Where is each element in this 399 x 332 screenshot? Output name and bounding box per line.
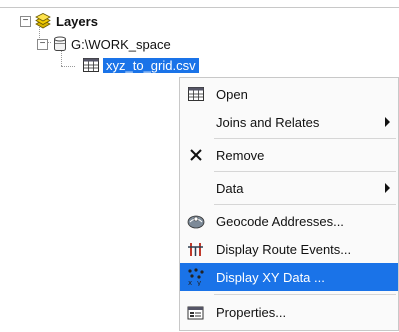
menu-item-remove[interactable]: Remove bbox=[180, 141, 398, 169]
blank-icon-slot bbox=[185, 111, 207, 133]
properties-icon bbox=[185, 301, 207, 323]
tree-connector bbox=[61, 66, 75, 67]
tree-label-table[interactable]: xyz_to_grid.csv bbox=[103, 57, 199, 73]
menu-separator bbox=[214, 294, 396, 295]
remove-x-icon bbox=[185, 144, 207, 166]
tree-row-table[interactable]: xyz_to_grid.csv bbox=[83, 54, 199, 76]
menu-label: Joins and Relates bbox=[216, 114, 320, 130]
submenu-arrow-icon bbox=[385, 117, 390, 127]
menu-separator bbox=[214, 204, 396, 205]
table-icon bbox=[83, 58, 99, 72]
menu-label: Data bbox=[216, 180, 244, 196]
menu-separator bbox=[214, 171, 396, 172]
menu-item-geocode[interactable]: Geocode Addresses... bbox=[180, 207, 398, 235]
collapse-icon[interactable]: − bbox=[37, 38, 48, 50]
folder-database-icon bbox=[53, 36, 67, 52]
geocode-icon bbox=[185, 210, 207, 232]
context-menu: Open Joins and Relates Remove Data Geoco… bbox=[179, 77, 399, 331]
tree-label-layers: Layers bbox=[56, 13, 98, 29]
menu-item-open[interactable]: Open bbox=[180, 80, 398, 108]
blank-icon-slot bbox=[185, 177, 207, 199]
menu-label: Geocode Addresses... bbox=[216, 213, 344, 229]
menu-label: Open bbox=[216, 86, 248, 102]
xy-data-icon: x y bbox=[185, 266, 207, 288]
tree-row-layers[interactable]: − Layers bbox=[20, 10, 98, 32]
layers-icon bbox=[34, 13, 52, 29]
menu-label: Remove bbox=[216, 147, 265, 163]
table-icon bbox=[185, 83, 207, 105]
menu-separator bbox=[214, 138, 396, 139]
svg-text:x: x bbox=[188, 279, 192, 286]
menu-item-properties[interactable]: Properties... bbox=[180, 298, 398, 326]
tree-label-workspace: G:\WORK_space bbox=[71, 36, 171, 52]
menu-item-joins-relates[interactable]: Joins and Relates bbox=[180, 108, 398, 136]
submenu-arrow-icon bbox=[385, 183, 390, 193]
top-divider bbox=[0, 7, 399, 8]
menu-label: Display Route Events... bbox=[216, 241, 352, 257]
menu-item-data[interactable]: Data bbox=[180, 174, 398, 202]
tree-row-workspace[interactable]: − G:\WORK_space bbox=[37, 33, 171, 55]
svg-text:y: y bbox=[197, 279, 201, 286]
menu-item-display-xy-data[interactable]: x y Display XY Data ... bbox=[180, 263, 398, 291]
menu-label: Display XY Data ... bbox=[216, 269, 325, 285]
menu-item-route-events[interactable]: Display Route Events... bbox=[180, 235, 398, 263]
route-events-icon bbox=[185, 238, 207, 260]
menu-label: Properties... bbox=[216, 304, 287, 320]
collapse-icon[interactable]: − bbox=[20, 15, 31, 27]
